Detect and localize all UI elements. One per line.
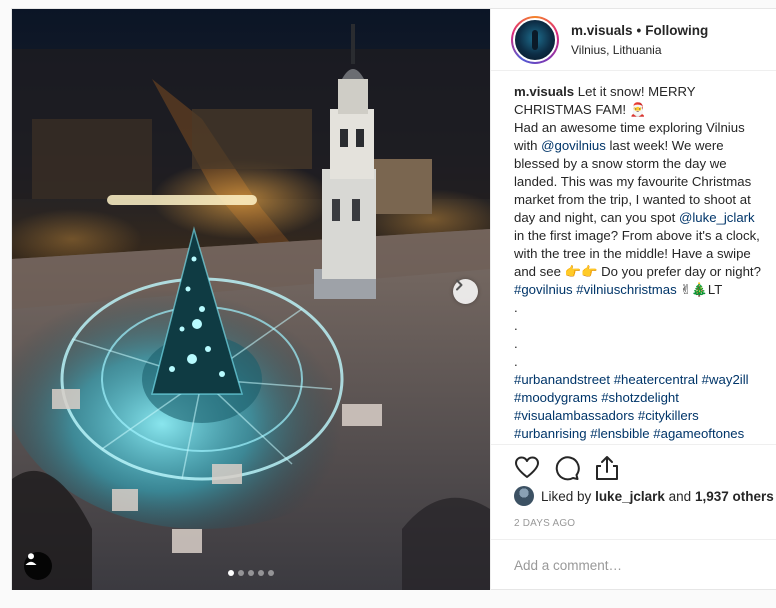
likes-others-count[interactable]: 1,937 others bbox=[695, 489, 774, 504]
post-caption: m.visuals Let it snow! MERRY CHRISTMAS F… bbox=[491, 71, 776, 444]
chevron-right-icon bbox=[456, 279, 463, 291]
likes-summary: Liked by luke_jclark and 1,937 others bbox=[514, 486, 774, 506]
caption-hashtags-b[interactable]: #urbanandstreet #heatercentral #way2ill … bbox=[514, 372, 749, 441]
caption-dot: . bbox=[514, 300, 518, 315]
post-container: m.visuals • Following Vilnius, Lithuania… bbox=[11, 8, 776, 590]
post-location[interactable]: Vilnius, Lithuania bbox=[571, 43, 708, 57]
carousel-dot bbox=[248, 570, 254, 576]
header-separator: • bbox=[636, 22, 642, 38]
caption-emoji-end: ✌🎄LT bbox=[676, 282, 723, 297]
liker-avatar[interactable] bbox=[514, 486, 534, 506]
liked-by-user[interactable]: luke_jclark bbox=[595, 489, 665, 504]
share-icon[interactable] bbox=[594, 455, 620, 481]
comment-input[interactable] bbox=[514, 557, 764, 573]
avatar-image bbox=[513, 17, 557, 62]
user-icon bbox=[25, 553, 37, 565]
christmas-market-photo bbox=[12, 9, 490, 590]
profile-avatar[interactable] bbox=[511, 15, 559, 64]
carousel-dot bbox=[268, 570, 274, 576]
post-timestamp[interactable]: 2 DAYS AGO bbox=[514, 518, 575, 529]
caption-dot: . bbox=[514, 318, 518, 333]
comment-box bbox=[491, 539, 776, 590]
carousel-dot bbox=[238, 570, 244, 576]
action-bar bbox=[491, 444, 776, 486]
header-text: m.visuals • Following Vilnius, Lithuania bbox=[571, 23, 708, 57]
heart-icon[interactable] bbox=[514, 455, 540, 481]
comment-icon[interactable] bbox=[554, 455, 580, 481]
caption-username[interactable]: m.visuals bbox=[514, 84, 574, 99]
caption-hashtags-a[interactable]: #govilnius #vilniuschristmas bbox=[514, 282, 677, 297]
carousel-dot bbox=[228, 570, 234, 576]
next-photo-button[interactable] bbox=[453, 279, 478, 304]
liked-and: and bbox=[668, 488, 692, 504]
mention-govilnius[interactable]: @govilnius bbox=[541, 138, 606, 153]
liked-by-prefix: Liked by bbox=[541, 488, 592, 504]
caption-dot: . bbox=[514, 336, 518, 351]
post-side-panel: m.visuals • Following Vilnius, Lithuania… bbox=[490, 9, 776, 590]
following-button[interactable]: Following bbox=[645, 23, 708, 38]
carousel-indicator bbox=[12, 570, 490, 576]
caption-dot: . bbox=[514, 354, 518, 369]
header-row: m.visuals • Following bbox=[571, 23, 708, 38]
post-photo[interactable] bbox=[12, 9, 490, 590]
carousel-dot bbox=[258, 570, 264, 576]
header-username[interactable]: m.visuals bbox=[571, 23, 633, 38]
post-header: m.visuals • Following Vilnius, Lithuania bbox=[491, 9, 776, 71]
caption-text-c: in the first image? From above it's a cl… bbox=[514, 228, 761, 279]
mention-luke-jclark[interactable]: @luke_jclark bbox=[679, 210, 755, 225]
